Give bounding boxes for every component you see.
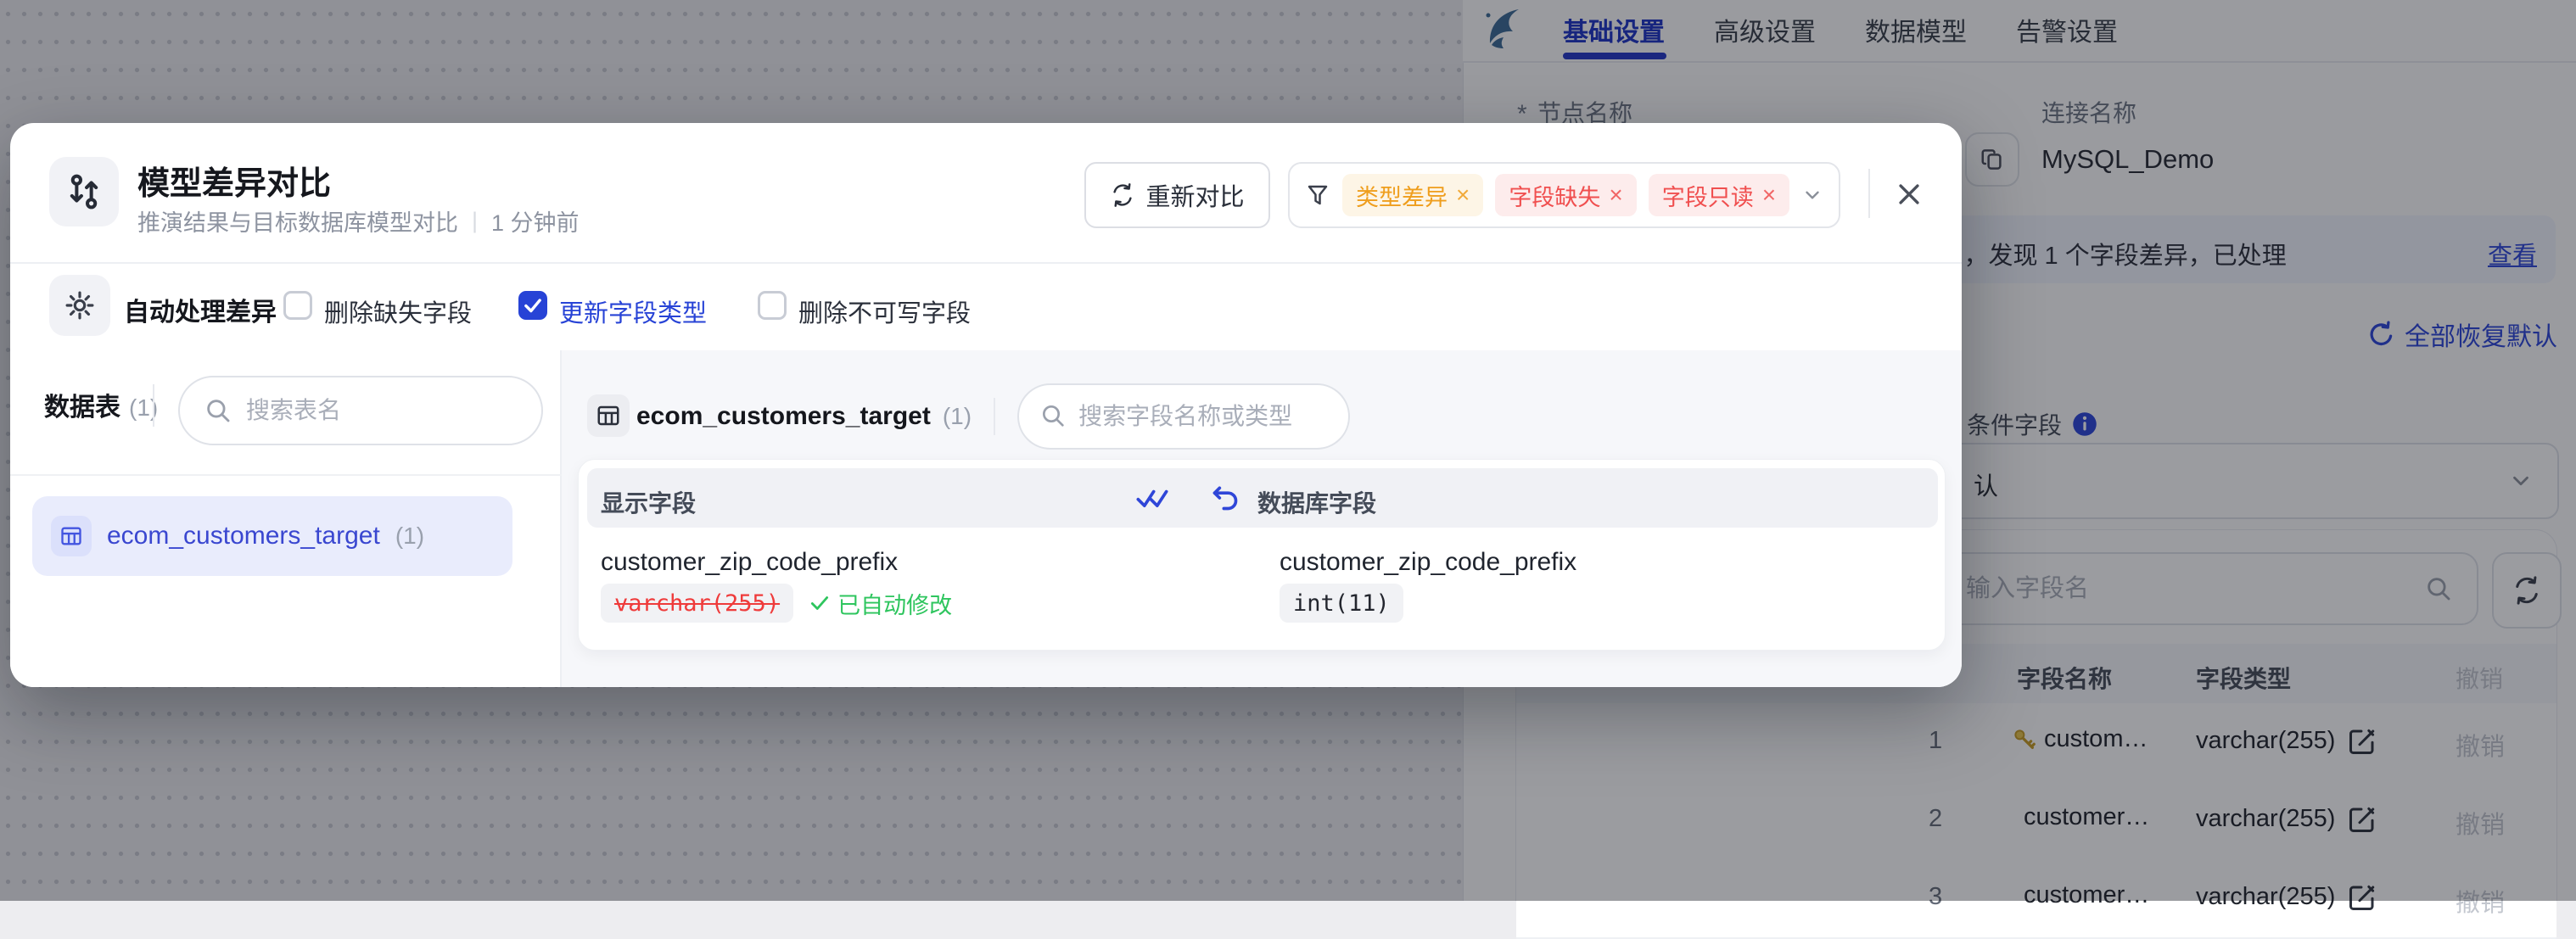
- db-field-type-row: int(11): [1280, 584, 1403, 623]
- modal-header: 模型差异对比 推演结果与目标数据库模型对比 | 1 分钟前 重新对比: [10, 123, 1962, 264]
- check-icon: [522, 294, 544, 316]
- target-table-name: ecom_customers_target: [636, 402, 931, 431]
- filter-icon: [1305, 182, 1330, 208]
- field-type-search-input[interactable]: [1017, 383, 1350, 450]
- modal-title: 模型差异对比: [137, 157, 331, 204]
- compare-icon: [64, 172, 104, 211]
- display-fields-col-label: 显示字段: [601, 485, 696, 519]
- filter-tag-label: 字段缺失: [1509, 179, 1600, 212]
- modal-subtitle: 推演结果与目标数据库模型对比 | 1 分钟前: [137, 204, 580, 238]
- chevron-down-icon[interactable]: [1801, 184, 1823, 206]
- double-check-icon: [1135, 481, 1169, 515]
- modal-toolbar: 自动处理差异 删除缺失字段 更新字段类型 删除不可写字段: [10, 262, 1962, 352]
- modal-subtitle-text: 推演结果与目标数据库模型对比: [137, 204, 458, 238]
- auto-fixed-status: 已自动修改: [809, 587, 952, 620]
- modal-timestamp: 1 分钟前: [491, 204, 580, 238]
- remove-tag-icon[interactable]: ×: [1762, 182, 1776, 209]
- old-type-tag: varchar(255): [601, 584, 793, 623]
- remove-tag-icon[interactable]: ×: [1609, 182, 1622, 209]
- search-icon: [204, 396, 232, 425]
- checkbox-delete-readonly-label[interactable]: 删除不可写字段: [798, 293, 971, 329]
- tables-sidebar: 数据表 (1): [10, 350, 562, 687]
- sidebar-horizontal-divider: [10, 474, 562, 476]
- table-icon-box: [587, 394, 630, 437]
- gear-icon: [64, 289, 96, 321]
- title-divider: [994, 398, 995, 435]
- model-diff-modal: 模型差异对比 推演结果与目标数据库模型对比 | 1 分钟前 重新对比: [10, 123, 1962, 687]
- recompare-label: 重新对比: [1145, 177, 1244, 213]
- gear-icon-box: [49, 275, 110, 336]
- sidebar-item-label: ecom_customers_target: [107, 522, 380, 551]
- filter-tag-field-readonly[interactable]: 字段只读 ×: [1649, 174, 1789, 216]
- auto-handle-label: 自动处理差异: [124, 291, 277, 328]
- target-table-count: (1): [943, 403, 972, 430]
- subtitle-separator: |: [472, 208, 478, 234]
- tables-title-row: 数据表 (1): [44, 386, 158, 423]
- table-search: [178, 376, 543, 445]
- db-field-name: customer_zip_code_prefix: [1280, 548, 1576, 577]
- db-type-tag: int(11): [1280, 584, 1403, 623]
- refresh-icon: [1110, 182, 1135, 208]
- checkbox-delete-readonly[interactable]: [758, 291, 787, 320]
- undo-icon: [1208, 481, 1242, 515]
- table-search-input[interactable]: [178, 376, 543, 445]
- table-icon: [596, 403, 621, 428]
- filter-tag-field-missing[interactable]: 字段缺失 ×: [1495, 174, 1636, 216]
- sidebar-item-ecom-customers-target[interactable]: ecom_customers_target (1): [32, 496, 512, 576]
- compare-card: 显示字段: [578, 459, 1946, 651]
- table-icon-box: [51, 516, 92, 556]
- close-button[interactable]: [1887, 172, 1931, 216]
- filter-tag-type-diff[interactable]: 类型差异 ×: [1342, 174, 1483, 216]
- field-type-search: [1017, 383, 1350, 450]
- sidebar-divider: [153, 384, 154, 427]
- checkbox-update-type[interactable]: [518, 291, 547, 320]
- sidebar-item-count: (1): [395, 523, 424, 550]
- search-icon: [1039, 402, 1067, 429]
- auto-fixed-label: 已自动修改: [837, 587, 952, 620]
- check-icon: [809, 592, 831, 614]
- close-icon: [1895, 180, 1924, 209]
- header-divider: [1868, 169, 1870, 218]
- compare-card-header: 显示字段: [587, 468, 1938, 528]
- db-fields-col-label: 数据库字段: [1257, 485, 1376, 519]
- checkbox-update-type-label[interactable]: 更新字段类型: [559, 293, 707, 329]
- filter-tag-label: 类型差异: [1356, 179, 1448, 212]
- filter-box: 类型差异 × 字段缺失 × 字段只读 ×: [1288, 162, 1840, 228]
- accept-all-icon[interactable]: [1135, 481, 1169, 515]
- display-field-name: customer_zip_code_prefix: [601, 548, 898, 577]
- fields-compare-main: ecom_customers_target (1): [562, 350, 1962, 687]
- remove-tag-icon[interactable]: ×: [1456, 182, 1470, 209]
- modal-body: 数据表 (1): [10, 350, 1962, 687]
- display-field-type-row: varchar(255) 已自动修改: [601, 584, 952, 623]
- checkbox-delete-missing-label[interactable]: 删除缺失字段: [324, 293, 472, 329]
- compare-icon-box: [49, 157, 119, 226]
- filter-tag-label: 字段只读: [1662, 179, 1754, 212]
- recompare-button[interactable]: 重新对比: [1084, 162, 1270, 228]
- undo-all-icon[interactable]: [1208, 481, 1242, 515]
- main-title-row: ecom_customers_target (1): [636, 383, 1350, 450]
- tables-title: 数据表: [44, 386, 120, 423]
- checkbox-delete-missing[interactable]: [283, 291, 312, 320]
- table-icon: [59, 524, 83, 548]
